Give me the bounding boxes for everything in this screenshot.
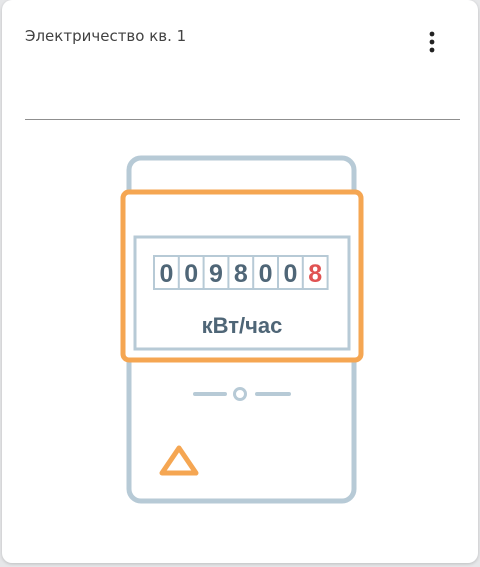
digit-counter: 0098008 xyxy=(153,255,329,290)
meter-digit: 0 xyxy=(259,260,273,288)
electricity-meter-illustration: 0098008 кВт/час xyxy=(120,155,364,504)
meter-digit: 0 xyxy=(159,260,173,288)
meter-digit: 8 xyxy=(234,260,248,288)
meter-digit: 0 xyxy=(184,260,198,288)
indicator-dot xyxy=(233,387,247,401)
warning-triangle-icon xyxy=(159,445,199,476)
meter-digit: 8 xyxy=(308,260,322,288)
unit-label: кВт/час xyxy=(202,313,283,338)
meter-widget-card: Электричество кв. 1 0098008 кВт/час xyxy=(2,0,478,563)
meter-digit: 9 xyxy=(209,260,223,288)
meter-digit: 0 xyxy=(283,260,297,288)
